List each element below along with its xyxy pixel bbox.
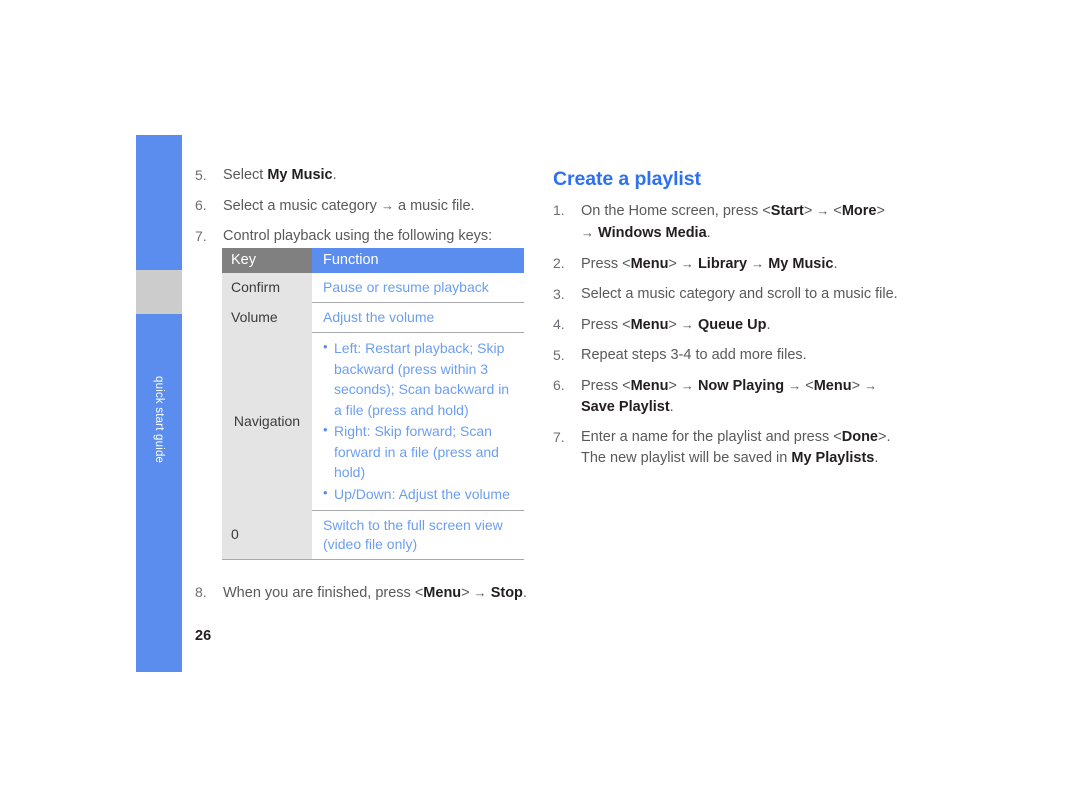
step-text: Select a music category → a music file. <box>223 198 475 214</box>
sidebar-blue-top-segment <box>136 135 182 270</box>
left-final-step: 8. When you are finished, press <Menu> → … <box>195 582 535 613</box>
step-text: Select a music category and scroll to a … <box>581 286 898 302</box>
right-column-steps: 1. On the Home screen, press <Start> → <M… <box>553 200 898 478</box>
sidebar-label: quick start guide <box>153 376 165 464</box>
step-number: 2. <box>553 255 565 271</box>
step-item: 4. Press <Menu> → Queue Up. <box>553 314 898 336</box>
sidebar-tab: quick start guide <box>136 135 182 672</box>
table-row: NavigationLeft: Restart playback; Skip b… <box>222 332 524 511</box>
table-header-row: Key Function <box>222 248 524 273</box>
step-item: 6. Select a music category → a music file… <box>195 195 535 217</box>
table-body: Confirm Pause or resume playback Volume Adj… <box>222 273 524 560</box>
table-cell-function: Switch to the full screen view (video fi… <box>312 510 524 560</box>
step-item: 1. On the Home screen, press <Start> → <M… <box>553 200 898 244</box>
step-item: 6. Press <Menu> → Now Playing → <Menu> → … <box>553 375 898 418</box>
function-bullet-list: Left: Restart playback; Skip backward (p… <box>323 337 520 505</box>
step-item: 5. Select My Music. <box>195 165 535 186</box>
left-column-steps: 5. Select My Music. 6. Select a music categ… <box>195 165 535 256</box>
table-row: Confirm Pause or resume playback <box>222 273 524 303</box>
step-text: Enter a name for the playlist and press … <box>581 429 891 466</box>
table-cell-key: Confirm <box>222 273 312 303</box>
step-number: 4. <box>553 316 565 332</box>
table-cell-function: Adjust the volume <box>312 302 524 333</box>
function-bullet-item: Right: Skip forward; Scan forward in a f… <box>323 420 520 483</box>
step-number: 5. <box>553 347 565 363</box>
step-text: On the Home screen, press <Start> → <Mor… <box>581 203 885 241</box>
function-bullet-item: Up/Down: Adjust the volume <box>323 483 520 505</box>
step-item: 7. Control playback using the following k… <box>195 226 535 247</box>
table-cell-key: Volume <box>222 302 312 333</box>
step-number: 1. <box>553 202 565 218</box>
step-item: 7. Enter a name for the playlist and pres… <box>553 427 898 469</box>
table-cell-key: 0 <box>222 510 312 560</box>
step-item: 8. When you are finished, press <Menu> → … <box>195 582 535 604</box>
step-text: Press <Menu> → Queue Up. <box>581 317 771 333</box>
step-number: 3. <box>553 286 565 302</box>
step-number: 6. <box>553 377 565 393</box>
key-function-table: Key Function Confirm Pause or resume play… <box>222 248 524 560</box>
sidebar-gray-segment <box>136 270 182 314</box>
step-text: Press <Menu> → Library → My Music. <box>581 256 838 272</box>
step-number: 6. <box>195 197 207 213</box>
step-text: Repeat steps 3-4 to add more files. <box>581 347 807 363</box>
table-row: Volume Adjust the volume <box>222 302 524 333</box>
step-text: Press <Menu> → Now Playing → <Menu> → Sa… <box>581 378 878 415</box>
page-title: Create a playlist <box>553 168 701 190</box>
function-bullet-item: Left: Restart playback; Skip backward (p… <box>323 337 520 420</box>
table-row: 0 Switch to the full screen view (video f… <box>222 510 524 560</box>
step-number: 7. <box>195 228 207 244</box>
page-number: 26 <box>195 628 212 644</box>
table-header-key: Key <box>222 248 312 273</box>
right-step-list: 1. On the Home screen, press <Start> → <M… <box>553 200 898 469</box>
step-number: 8. <box>195 584 207 600</box>
table-cell-function: Pause or resume playback <box>312 273 524 303</box>
step-text: When you are finished, press <Menu> → St… <box>223 585 527 601</box>
step-item: 5. Repeat steps 3-4 to add more files. <box>553 345 898 366</box>
table-cell-function: Left: Restart playback; Skip backward (p… <box>312 332 524 511</box>
step-text: Control playback using the following key… <box>223 228 493 244</box>
table-cell-key: Navigation <box>222 332 312 511</box>
left-step-list: 5. Select My Music. 6. Select a music categ… <box>195 165 535 247</box>
table-header-function: Function <box>312 248 524 273</box>
step-item: 2. Press <Menu> → Library → My Music. <box>553 253 898 275</box>
step-item: 3. Select a music category and scroll to … <box>553 284 898 305</box>
step-number: 5. <box>195 167 207 183</box>
step-text: Select My Music. <box>223 167 337 183</box>
step-number: 7. <box>553 429 565 445</box>
